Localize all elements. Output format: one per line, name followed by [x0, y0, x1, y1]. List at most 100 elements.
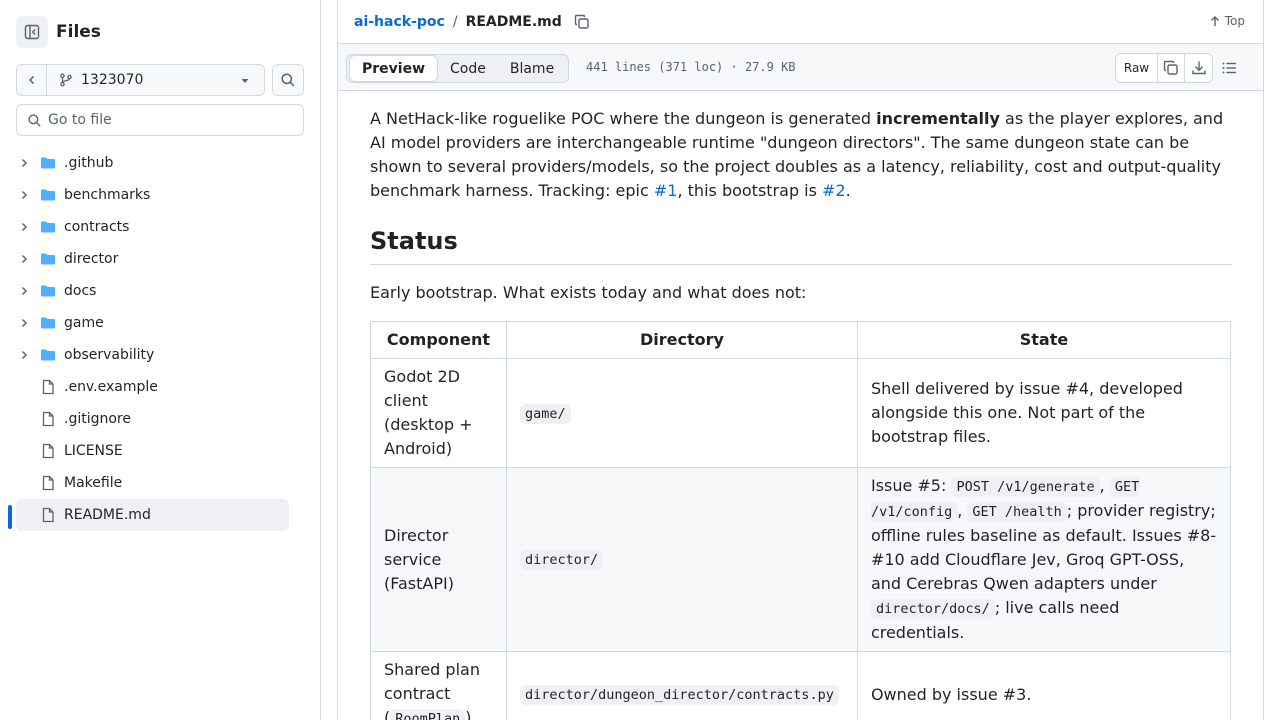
tree-item-github[interactable]: .github	[16, 147, 289, 179]
file-icon	[42, 443, 54, 459]
copy-raw-button[interactable]	[1158, 54, 1185, 82]
table-cell: director/dungeon_director/contracts.py	[505, 651, 858, 720]
issue-link-2[interactable]: #2	[822, 181, 846, 200]
view-tabs: Preview Code Blame	[346, 54, 570, 83]
download-button[interactable]	[1185, 54, 1212, 82]
expand-chevron[interactable]	[16, 253, 32, 265]
file-icon-wrap	[40, 475, 56, 491]
table-header-row: Component Directory State	[370, 321, 1232, 359]
table-cell: director/	[505, 467, 858, 652]
table-cell: Issue #5: POST /v1/generate, GET /v1/con…	[856, 467, 1232, 652]
arrow-up-icon	[1210, 16, 1219, 26]
inline-code: RoomPlan	[390, 709, 466, 720]
cell-text: ,	[957, 501, 968, 520]
tree-item-label: Makefile	[64, 475, 123, 491]
tab-blame[interactable]: Blame	[498, 55, 566, 82]
folder-icon	[41, 221, 55, 233]
issue-link-1[interactable]: #1	[654, 181, 678, 200]
table-cell: Shell delivered by issue #4, developed a…	[856, 358, 1232, 468]
folder-icon-wrap	[40, 155, 56, 171]
search-button[interactable]	[272, 64, 304, 96]
tree-item-label: README.md	[64, 507, 151, 523]
folder-icon-wrap	[40, 315, 56, 331]
top-label: Top	[1224, 14, 1245, 28]
inline-code: director/dungeon_director/contracts.py	[519, 685, 839, 705]
table-header: Component	[370, 321, 507, 359]
folder-icon-wrap	[40, 347, 56, 363]
tree-item-game[interactable]: game	[16, 307, 289, 339]
intro-text-1: A NetHack-like roguelike POC where the d…	[370, 109, 877, 128]
file-icon-wrap	[40, 379, 56, 395]
file-toolbar: Preview Code Blame 441 lines (371 loc) ·…	[338, 43, 1263, 91]
tree-item-contracts[interactable]: contracts	[16, 211, 289, 243]
tree-item-benchmarks[interactable]: benchmarks	[16, 179, 289, 211]
table-row: Shared plan contract (RoomPlan) director…	[370, 651, 1232, 720]
back-button[interactable]	[16, 64, 47, 96]
copy-path-button[interactable]	[574, 14, 590, 30]
tree-item-label: .env.example	[64, 379, 158, 395]
table-cell: game/	[505, 358, 858, 468]
copy-icon	[1163, 60, 1178, 75]
go-to-file-field[interactable]	[16, 104, 304, 136]
table-row: Director service (FastAPI) director/ Iss…	[370, 467, 1232, 652]
table-cell: Owned by issue #3.	[856, 651, 1232, 720]
folder-icon-wrap	[40, 251, 56, 267]
cell-text: Issue #5:	[870, 476, 952, 495]
tree-item-env-example[interactable]: .env.example	[16, 371, 289, 403]
expand-chevron[interactable]	[16, 285, 32, 297]
expand-chevron[interactable]	[16, 349, 32, 361]
top-link[interactable]: Top	[1209, 14, 1245, 28]
file-icon-wrap	[40, 411, 56, 427]
chevron-left-icon	[28, 75, 34, 85]
folder-icon-wrap	[40, 283, 56, 299]
tree-item-license[interactable]: LICENSE	[16, 435, 289, 467]
selected-indicator	[8, 505, 12, 529]
folder-icon	[41, 349, 55, 361]
table-cell: Shared plan contract (RoomPlan)	[370, 651, 507, 720]
sidebar-header: Files	[16, 16, 101, 48]
tree-item-label: game	[64, 315, 104, 331]
expand-chevron[interactable]	[16, 317, 32, 329]
folder-icon	[41, 253, 55, 265]
expand-chevron[interactable]	[16, 221, 32, 233]
sidebar-collapse-icon	[24, 24, 40, 40]
folder-icon-wrap	[40, 187, 56, 203]
file-meta: 441 lines (371 loc) · 27.9 KB	[586, 60, 796, 74]
branch-selector[interactable]: 1323070	[47, 64, 265, 96]
branch-row: 1323070	[16, 64, 304, 96]
expand-chevron[interactable]	[16, 189, 32, 201]
tree-item-director[interactable]: director	[16, 243, 289, 275]
chevron-right-icon	[21, 286, 28, 296]
tree-item-label: docs	[64, 283, 97, 299]
search-icon	[281, 73, 295, 87]
go-to-file-input[interactable]	[48, 112, 288, 128]
intro-bold: incrementally	[876, 109, 1000, 128]
caret-down-icon	[241, 79, 249, 83]
table-cell: Godot 2D client (desktop + Android)	[370, 358, 507, 468]
tree-item-label: .gitignore	[64, 411, 131, 427]
download-icon	[1191, 61, 1206, 75]
tree-item-makefile[interactable]: Makefile	[16, 467, 289, 499]
table-cell: Director service (FastAPI)	[370, 467, 507, 652]
git-branch-icon	[60, 73, 72, 87]
file-icon-wrap	[40, 443, 56, 459]
tab-code[interactable]: Code	[438, 55, 498, 82]
tab-preview[interactable]: Preview	[349, 55, 439, 82]
tree-item-gitignore[interactable]: .gitignore	[16, 403, 289, 435]
outline-button[interactable]	[1221, 60, 1237, 80]
raw-button[interactable]: Raw	[1116, 54, 1158, 82]
folder-icon	[41, 317, 55, 329]
copy-icon	[574, 14, 589, 29]
collapse-sidebar-button[interactable]	[16, 16, 48, 48]
intro-text-4: .	[845, 181, 851, 200]
readme-intro: A NetHack-like roguelike POC where the d…	[370, 107, 1232, 203]
tree-item-observability[interactable]: observability	[16, 339, 289, 371]
chevron-right-icon	[21, 318, 28, 328]
tree-item-readme-md[interactable]: README.md	[8, 499, 289, 531]
inline-code: game/	[519, 403, 571, 424]
tree-item-docs[interactable]: docs	[16, 275, 289, 307]
chevron-right-icon	[21, 158, 28, 168]
breadcrumb-repo-link[interactable]: ai-hack-poc	[354, 14, 445, 30]
expand-chevron[interactable]	[16, 157, 32, 169]
folder-icon-wrap	[40, 219, 56, 235]
